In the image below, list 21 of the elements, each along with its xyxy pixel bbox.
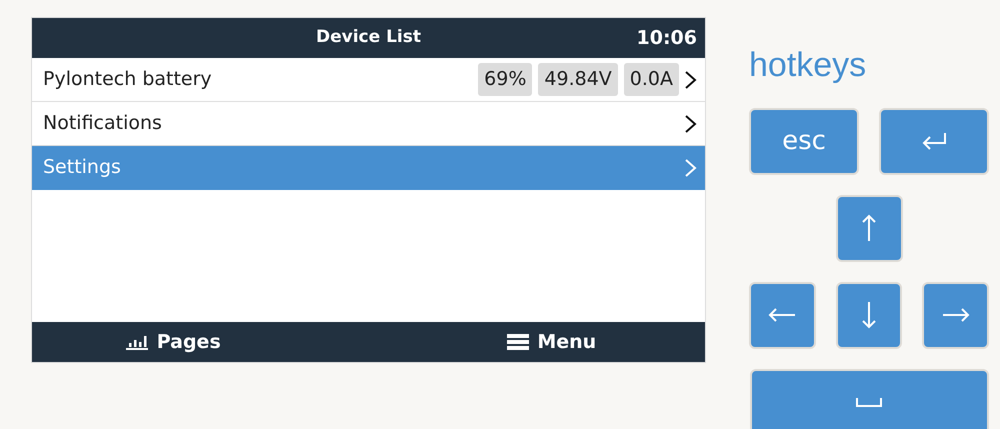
value-badge: 69% — [478, 63, 532, 96]
chevron-icon — [683, 158, 697, 178]
hotkeys-title: hotkeys — [749, 45, 868, 86]
screen-title: Device List — [316, 26, 421, 50]
key-button[interactable] — [922, 282, 990, 349]
chevron-icon — [683, 114, 697, 134]
chevron-icon — [683, 70, 697, 90]
clock: 10:06 — [636, 26, 698, 51]
key-button[interactable] — [750, 368, 988, 429]
footer-button[interactable]: Menu — [507, 328, 596, 356]
key-button[interactable] — [836, 194, 902, 262]
value-badge: 49.84V — [538, 63, 618, 96]
chart-icon — [124, 334, 149, 350]
key-button[interactable] — [836, 282, 902, 349]
footer-button[interactable]: Pages — [124, 328, 221, 356]
list-item[interactable]: Pylontech battery 69% 49.84V 0.0A — [32, 58, 705, 102]
value-badge: 0.0A — [624, 63, 679, 96]
key-button[interactable] — [879, 108, 989, 175]
key-button[interactable] — [749, 282, 816, 349]
menu-icon — [507, 333, 530, 351]
space-icon — [855, 396, 883, 408]
